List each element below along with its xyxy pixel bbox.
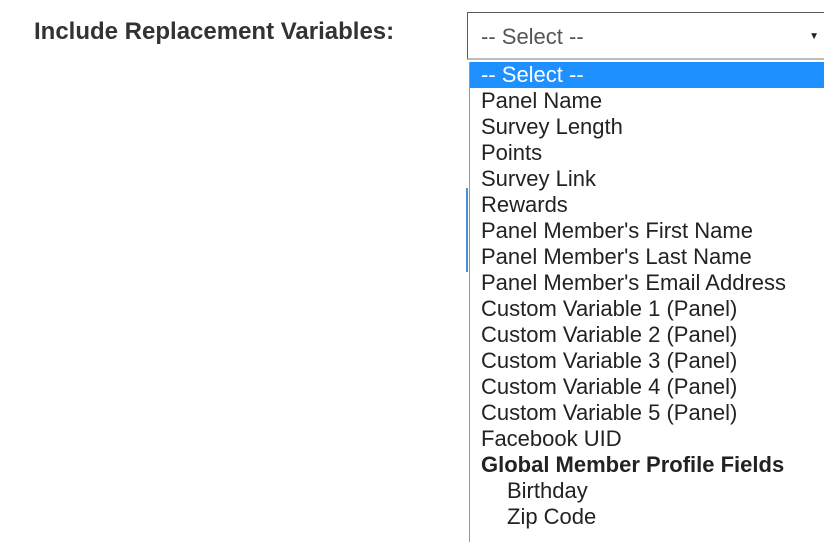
- option-panel-name[interactable]: Panel Name: [470, 88, 824, 114]
- select-current-value: -- Select --: [481, 24, 584, 49]
- option-custom-variable-4[interactable]: Custom Variable 4 (Panel): [470, 374, 824, 400]
- replacement-variables-select[interactable]: -- Select -- ▼: [467, 12, 824, 60]
- option-custom-variable-1[interactable]: Custom Variable 1 (Panel): [470, 296, 824, 322]
- optgroup-global-member-profile-fields: Global Member Profile Fields: [481, 452, 785, 477]
- option-points[interactable]: Points: [470, 140, 824, 166]
- option-member-email[interactable]: Panel Member's Email Address: [470, 270, 824, 296]
- option-custom-variable-3[interactable]: Custom Variable 3 (Panel): [470, 348, 824, 374]
- option-member-last-name[interactable]: Panel Member's Last Name: [470, 244, 824, 270]
- option-survey-link[interactable]: Survey Link: [470, 166, 824, 192]
- option-custom-variable-2[interactable]: Custom Variable 2 (Panel): [470, 322, 824, 348]
- option-custom-variable-5[interactable]: Custom Variable 5 (Panel): [470, 400, 824, 426]
- option-birthday[interactable]: Birthday: [470, 478, 824, 504]
- background-element-edge: [466, 188, 468, 272]
- option-select-placeholder[interactable]: -- Select --: [470, 62, 824, 88]
- option-survey-length[interactable]: Survey Length: [470, 114, 824, 140]
- option-zip-code[interactable]: Zip Code: [470, 504, 824, 530]
- dropdown-arrow-icon: ▼: [809, 31, 819, 42]
- option-facebook-uid[interactable]: Facebook UID: [470, 426, 824, 452]
- option-member-first-name[interactable]: Panel Member's First Name: [470, 218, 824, 244]
- option-rewards[interactable]: Rewards: [470, 192, 824, 218]
- dropdown-list[interactable]: -- Select -- Panel Name Survey Length Po…: [469, 62, 824, 542]
- replacement-variables-label: Include Replacement Variables:: [34, 18, 395, 45]
